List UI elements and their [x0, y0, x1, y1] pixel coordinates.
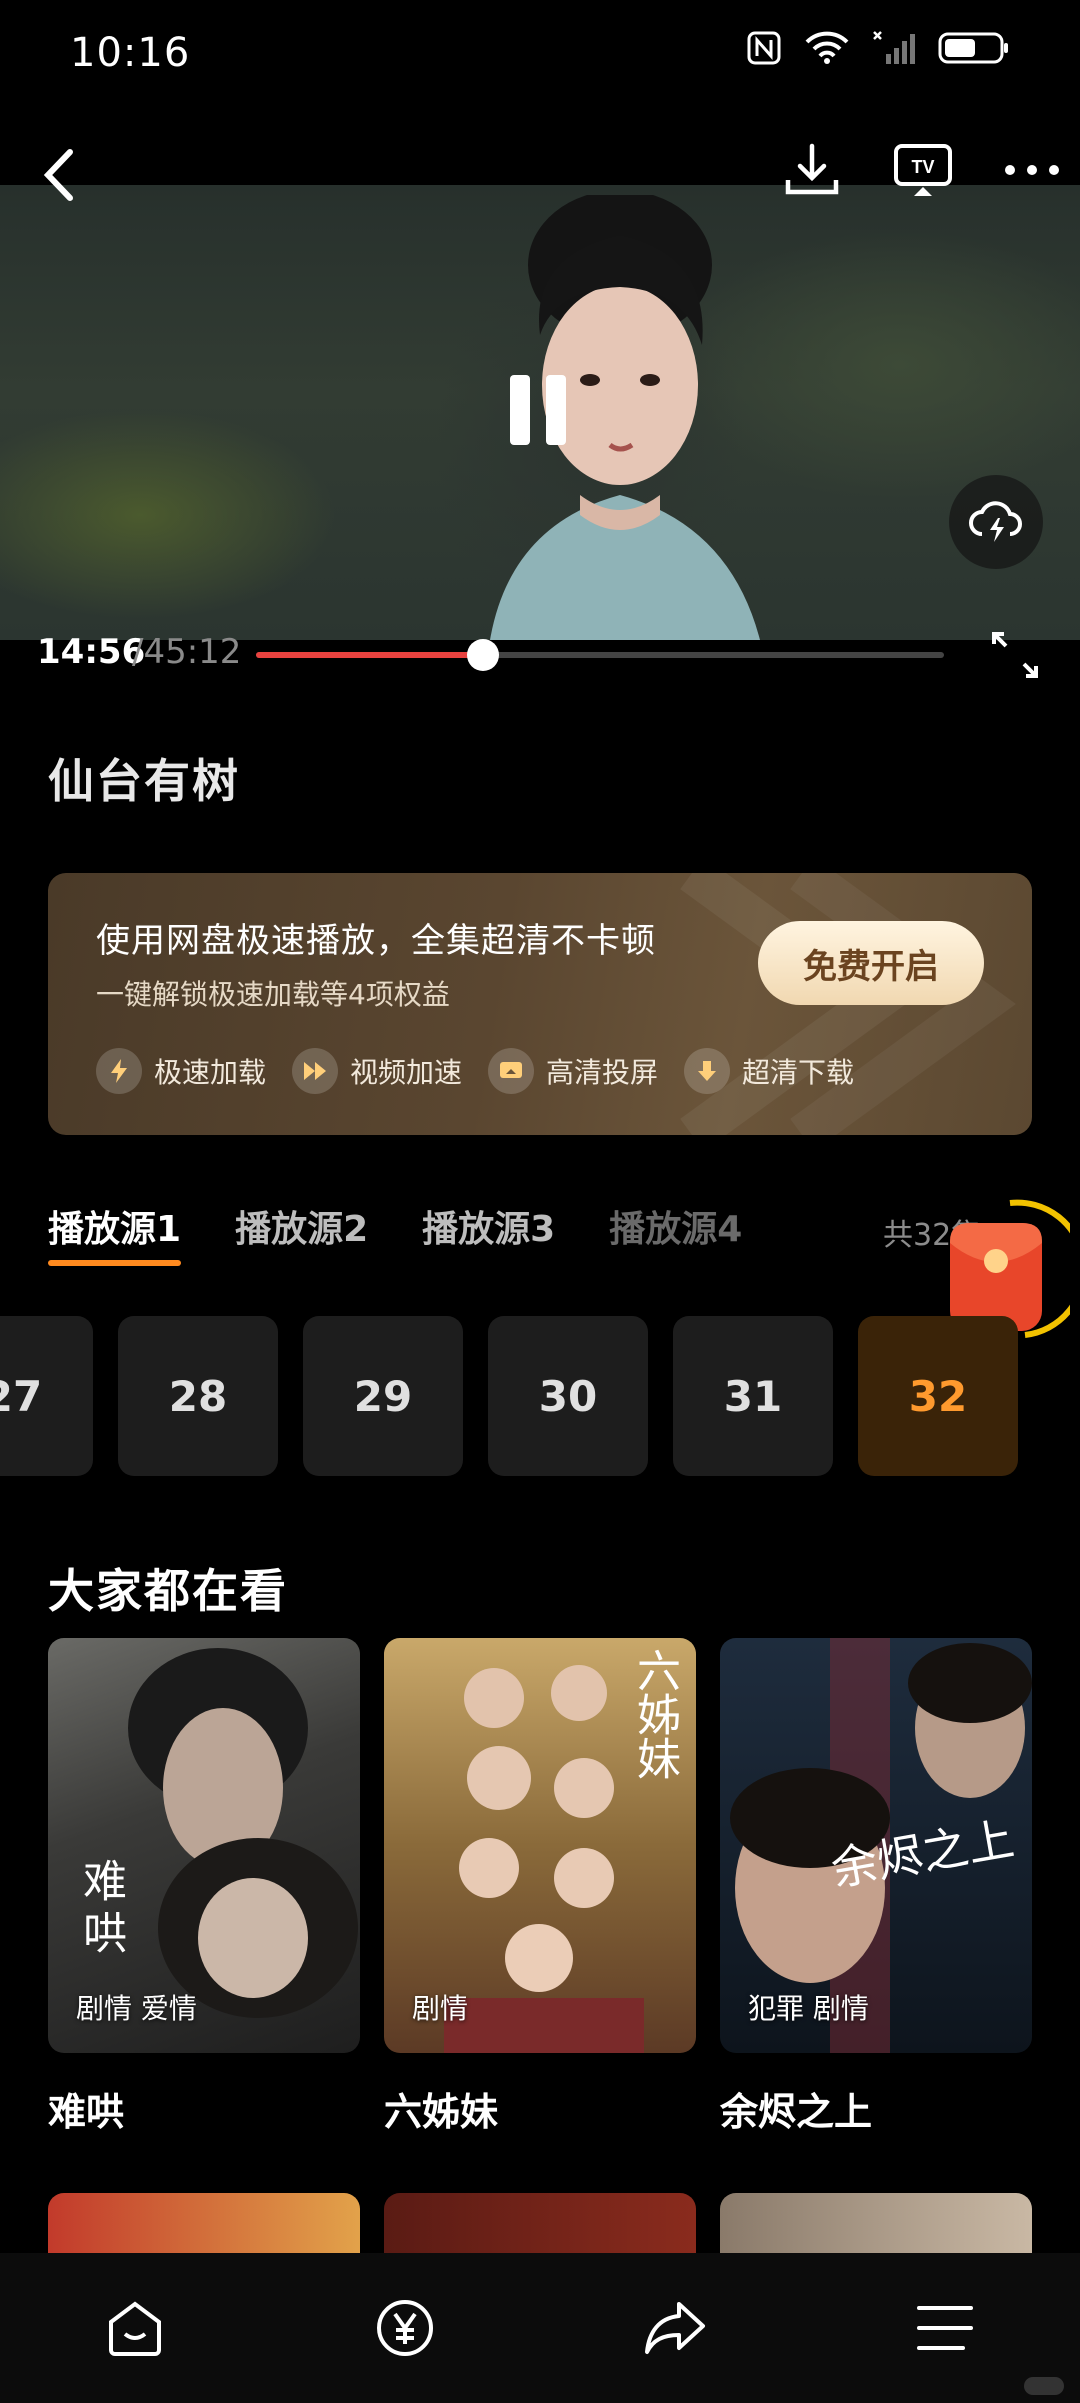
poster-title-text: 六姊妹	[629, 1648, 680, 1780]
episode-button[interactable]: 27	[0, 1316, 93, 1476]
recommend-card[interactable]: 六姊妹 剧情 六姊妹	[384, 1638, 696, 2136]
share-icon	[645, 2302, 705, 2354]
nav-coin-button[interactable]	[370, 2293, 440, 2363]
video-player[interactable]	[0, 185, 1080, 640]
poster-image: 难哄 剧情 爱情	[48, 1638, 360, 2053]
play-forward-icon	[292, 1048, 339, 1094]
benefit-item: 视频加速	[292, 1048, 462, 1094]
tab-source-4[interactable]: 播放源4	[609, 1200, 742, 1266]
duration: /45:12	[132, 632, 242, 672]
current-time: 14:56	[37, 632, 146, 672]
svg-text:TV: TV	[911, 157, 934, 177]
card-title: 余烬之上	[720, 2090, 873, 2134]
progress-row: 14:56 /45:12	[0, 630, 1080, 680]
benefit-item: 高清投屏	[488, 1048, 658, 1094]
cloud-accelerate-button[interactable]	[949, 475, 1043, 569]
screen-cast-icon	[488, 1048, 535, 1094]
fullscreen-icon[interactable]	[990, 630, 1040, 680]
episode-button[interactable]: 30	[488, 1316, 648, 1476]
bottom-nav	[0, 2253, 1080, 2403]
poster-tags: 剧情	[412, 1992, 469, 2025]
home-indicator	[1024, 2377, 1064, 2395]
cloud-lightning-icon	[969, 501, 1022, 542]
recommend-cards: 难哄 剧情 爱情 难哄 六姊妹 剧情 六姊妹 余烬之上 犯罪 剧情 余烬之上	[48, 1638, 1032, 2138]
promo-headline: 使用网盘极速播放，全集超清不卡顿	[96, 921, 656, 961]
pause-button[interactable]	[510, 375, 572, 445]
nav-home-button[interactable]	[100, 2293, 170, 2363]
yen-coin-icon	[377, 2300, 433, 2356]
status-time: 10:16	[70, 30, 191, 76]
poster-image[interactable]	[384, 2193, 696, 2253]
more-icon[interactable]	[1004, 160, 1060, 180]
progress-fill	[256, 652, 484, 658]
poster-image[interactable]	[720, 2193, 1032, 2253]
home-icon	[109, 2301, 161, 2356]
benefit-list: 极速加载 视频加速 高清投屏 超清下载	[96, 1048, 854, 1094]
wifi-icon	[805, 31, 849, 64]
next-row-posters	[48, 2193, 1032, 2253]
episode-button[interactable]: 31	[673, 1316, 833, 1476]
benefit-label: 视频加速	[350, 1056, 463, 1089]
status-icons	[746, 30, 1010, 66]
poster-tags: 犯罪 剧情	[748, 1992, 869, 2025]
card-title: 六姊妹	[384, 2090, 499, 2134]
episode-button[interactable]: 28	[118, 1316, 278, 1476]
promo-subline: 一键解锁极速加载等4项权益	[96, 978, 450, 1011]
signal-icon	[873, 31, 915, 64]
progress-slider[interactable]	[256, 639, 944, 671]
benefit-label: 高清投屏	[546, 1056, 659, 1089]
download-arrow-icon	[684, 1048, 731, 1094]
menu-icon	[917, 2306, 973, 2350]
lightning-icon	[96, 1048, 142, 1094]
battery-icon	[938, 32, 1008, 64]
free-enable-button[interactable]: 免费开启	[758, 921, 984, 1005]
nav-menu-button[interactable]	[910, 2293, 980, 2363]
poster-image: 六姊妹 剧情	[384, 1638, 696, 2053]
section-title: 大家都在看	[48, 1564, 288, 1618]
benefit-item: 超清下载	[684, 1048, 854, 1094]
poster-image: 余烬之上 犯罪 剧情	[720, 1638, 1032, 2053]
promo-card[interactable]: 使用网盘极速播放，全集超清不卡顿 一键解锁极速加载等4项权益 免费开启 极速加载…	[48, 873, 1032, 1135]
source-tabs: 播放源1 播放源2 播放源3 播放源4	[48, 1200, 742, 1266]
show-title: 仙台有树	[48, 754, 240, 808]
tab-source-2[interactable]: 播放源2	[235, 1200, 368, 1266]
recommend-card[interactable]: 余烬之上 犯罪 剧情 余烬之上	[720, 1638, 1032, 2136]
status-bar: 10:16	[0, 0, 1080, 120]
download-icon[interactable]	[782, 140, 842, 200]
benefit-label: 极速加载	[154, 1056, 267, 1089]
poster-title-text: 难哄	[75, 1858, 126, 1962]
recommend-card[interactable]: 难哄 剧情 爱情 难哄	[48, 1638, 360, 2136]
poster-image[interactable]	[48, 2193, 360, 2253]
player-topbar: TV	[0, 130, 1080, 220]
episode-list: 27 28 29 30 31 32	[0, 1316, 1080, 1476]
tab-source-3[interactable]: 播放源3	[422, 1200, 555, 1266]
progress-thumb[interactable]	[467, 639, 500, 671]
nfc-icon	[747, 31, 781, 65]
nav-share-button[interactable]	[640, 2293, 710, 2363]
back-button[interactable]	[30, 140, 90, 210]
tab-source-1[interactable]: 播放源1	[48, 1200, 182, 1266]
benefit-label: 超清下载	[742, 1056, 855, 1089]
card-title: 难哄	[48, 2090, 125, 2134]
episode-button-current[interactable]: 32	[858, 1316, 1018, 1476]
episode-button[interactable]: 29	[303, 1316, 463, 1476]
benefit-item: 极速加载	[96, 1048, 266, 1094]
top-actions: TV	[782, 140, 1060, 200]
tv-cast-icon[interactable]: TV	[892, 142, 954, 198]
poster-tags: 剧情 爱情	[76, 1992, 197, 2025]
